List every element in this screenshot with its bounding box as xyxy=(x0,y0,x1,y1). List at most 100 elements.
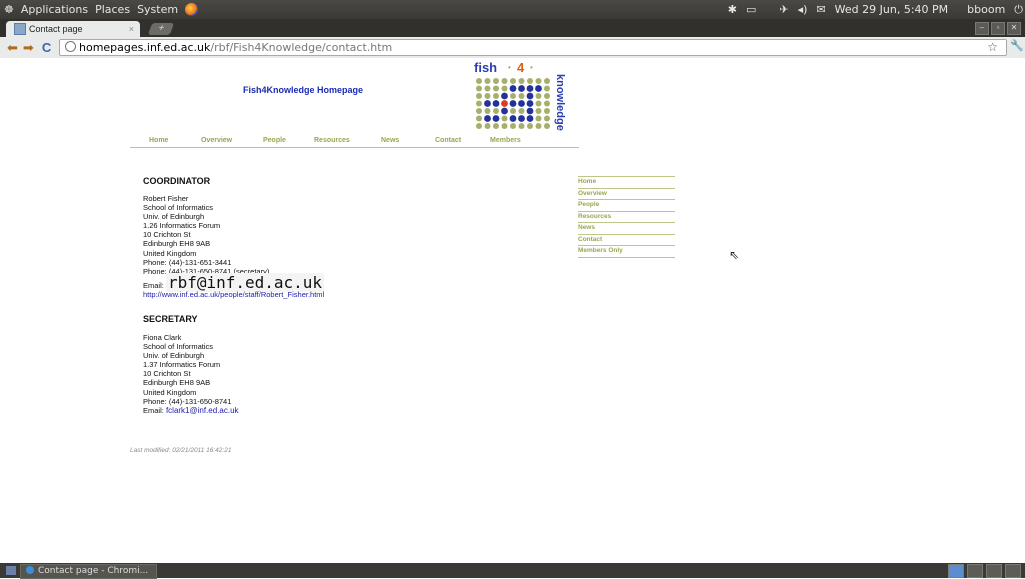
url-path: /rbf/Fish4Knowledge/contact.htm xyxy=(210,41,393,54)
side-nav-resources[interactable]: Resources xyxy=(578,210,675,223)
forward-arrow-icon[interactable]: ➡ xyxy=(23,40,34,56)
bookmark-star-icon[interactable]: ☆ xyxy=(987,40,998,55)
mail-icon[interactable]: ✉ xyxy=(816,3,825,16)
logo-dot xyxy=(535,78,542,84)
logo-dot xyxy=(526,100,534,107)
logo-dot xyxy=(544,123,550,129)
coordinator-address: Robert Fisher School of Informatics Univ… xyxy=(143,194,324,299)
logo-dot xyxy=(476,78,482,84)
close-window-button[interactable]: ✕ xyxy=(1007,22,1021,35)
network-icon[interactable]: ✈ xyxy=(779,3,788,16)
address-line: 1.37 Informatics Forum xyxy=(143,360,221,370)
logo-dot xyxy=(544,78,550,84)
side-nav-news[interactable]: News xyxy=(578,222,675,234)
maximize-button[interactable]: ▫ xyxy=(991,22,1005,35)
address-bar[interactable]: homepages.inf.ed.ac.uk/rbf/Fish4Knowledg… xyxy=(59,39,1007,56)
address-line: Univ. of Edinburgh xyxy=(143,212,205,222)
side-nav-contact[interactable]: Contact xyxy=(578,233,675,246)
logo-knowledge-text: knowledge xyxy=(554,74,566,131)
nav-contact[interactable]: Contact xyxy=(435,137,461,144)
show-desktop-icon[interactable] xyxy=(6,566,16,575)
menu-applications[interactable]: Applications xyxy=(21,3,88,16)
logo-four-text: 4 xyxy=(517,60,525,75)
logo-dot xyxy=(518,115,525,122)
logo-dot xyxy=(476,100,482,107)
side-nav-overview[interactable]: Overview xyxy=(578,187,675,200)
logo-dot xyxy=(501,78,508,84)
taskbar-chromium[interactable]: Contact page - Chromi... xyxy=(20,564,157,579)
phone-line: Phone: (44)-131-650-8741 xyxy=(143,396,232,406)
logo-dot xyxy=(476,108,482,114)
coordinator-homepage-link[interactable]: http://www.inf.ed.ac.uk/people/staff/Rob… xyxy=(143,290,324,299)
site-title[interactable]: Fish4Knowledge Homepage xyxy=(243,85,363,95)
workspace-2[interactable] xyxy=(967,564,983,578)
logo-dot xyxy=(493,108,499,114)
logo-dot xyxy=(476,85,482,92)
email-row: Email: rbf@inf.ed.ac.uk xyxy=(143,272,325,292)
back-arrow-icon[interactable]: ⬅ xyxy=(7,40,18,56)
globe-icon xyxy=(65,41,76,52)
logo-dot xyxy=(509,85,517,92)
logo-dot xyxy=(510,123,516,129)
task-label: Contact page - Chromi... xyxy=(38,566,149,576)
logo-dot xyxy=(510,108,516,114)
logo-dot xyxy=(484,93,491,99)
logo-dot xyxy=(527,123,533,129)
browser-toolbar: ⬅ ➡ C homepages.inf.ed.ac.uk/rbf/Fish4Kn… xyxy=(0,37,1025,59)
logo-dot xyxy=(501,115,508,122)
logo-dot xyxy=(544,85,550,92)
top-nav: Home Overview People Resources News Cont… xyxy=(130,137,579,148)
nav-resources[interactable]: Resources xyxy=(314,137,350,144)
logo-dot xyxy=(476,123,482,129)
email-label: Email: xyxy=(143,405,164,415)
logo-dot xyxy=(535,93,542,99)
workspace-4[interactable] xyxy=(1005,564,1021,578)
clock[interactable]: Wed 29 Jun, 5:40 PM xyxy=(835,3,948,16)
menu-system[interactable]: System xyxy=(137,3,178,16)
tab-contact-page[interactable]: Contact page × xyxy=(6,21,140,37)
side-nav: Home Overview People Resources News Cont… xyxy=(578,176,675,258)
address-line: Robert Fisher xyxy=(143,194,189,203)
nav-people[interactable]: People xyxy=(263,137,286,144)
display-icon[interactable]: ▭ xyxy=(746,3,756,16)
volume-icon[interactable]: ◂) xyxy=(798,3,808,16)
workspace-1[interactable] xyxy=(948,564,964,578)
nav-news[interactable]: News xyxy=(381,137,399,144)
nav-home[interactable]: Home xyxy=(149,137,168,144)
nav-members[interactable]: Members xyxy=(490,137,521,144)
bluetooth-icon[interactable]: ✱ xyxy=(728,3,737,16)
tab-title: Contact page xyxy=(29,24,83,34)
nav-overview[interactable]: Overview xyxy=(201,137,232,144)
logo-dot xyxy=(501,107,508,115)
menu-places[interactable]: Places xyxy=(95,3,130,16)
user-menu[interactable]: bboom xyxy=(967,3,1005,16)
firefox-launcher-icon[interactable] xyxy=(185,3,199,16)
reload-icon[interactable]: C xyxy=(42,40,51,55)
secretary-email-link[interactable]: fclark1@inf.ed.ac.uk xyxy=(166,406,239,415)
top-panel: ☸ Applications Places System ✱ ▭ ✈ ◂) ✉ … xyxy=(0,0,1025,19)
address-line: Univ. of Edinburgh xyxy=(143,351,205,361)
workspace-3[interactable] xyxy=(986,564,1002,578)
logo-dot xyxy=(526,107,534,115)
logo-dot xyxy=(484,123,491,129)
svg-text:•: • xyxy=(530,63,533,72)
address-line: 10 Crichton St xyxy=(143,230,191,240)
address-line: School of Informatics xyxy=(143,203,214,213)
tab-close-icon[interactable]: × xyxy=(129,24,134,34)
gnome-foot-icon[interactable]: ☸ xyxy=(4,3,14,16)
logo-dot xyxy=(484,108,491,114)
wrench-menu-icon[interactable]: 🔧 xyxy=(1010,39,1024,52)
side-nav-people[interactable]: People xyxy=(578,199,675,211)
logo-dot xyxy=(535,100,542,107)
power-icon[interactable]: ⏻ xyxy=(1014,3,1023,17)
email-label: Email: xyxy=(143,280,164,290)
logo-dot xyxy=(526,115,534,122)
chromium-icon xyxy=(26,566,34,574)
logo-dot xyxy=(501,85,508,92)
side-nav-members-only[interactable]: Members Only xyxy=(578,245,675,258)
address-line: Edinburgh EH8 9AB xyxy=(143,239,211,249)
new-tab-button[interactable]: + xyxy=(147,23,175,35)
side-nav-home[interactable]: Home xyxy=(578,176,675,188)
minimize-button[interactable]: – xyxy=(975,22,989,35)
logo-dot xyxy=(518,123,525,129)
